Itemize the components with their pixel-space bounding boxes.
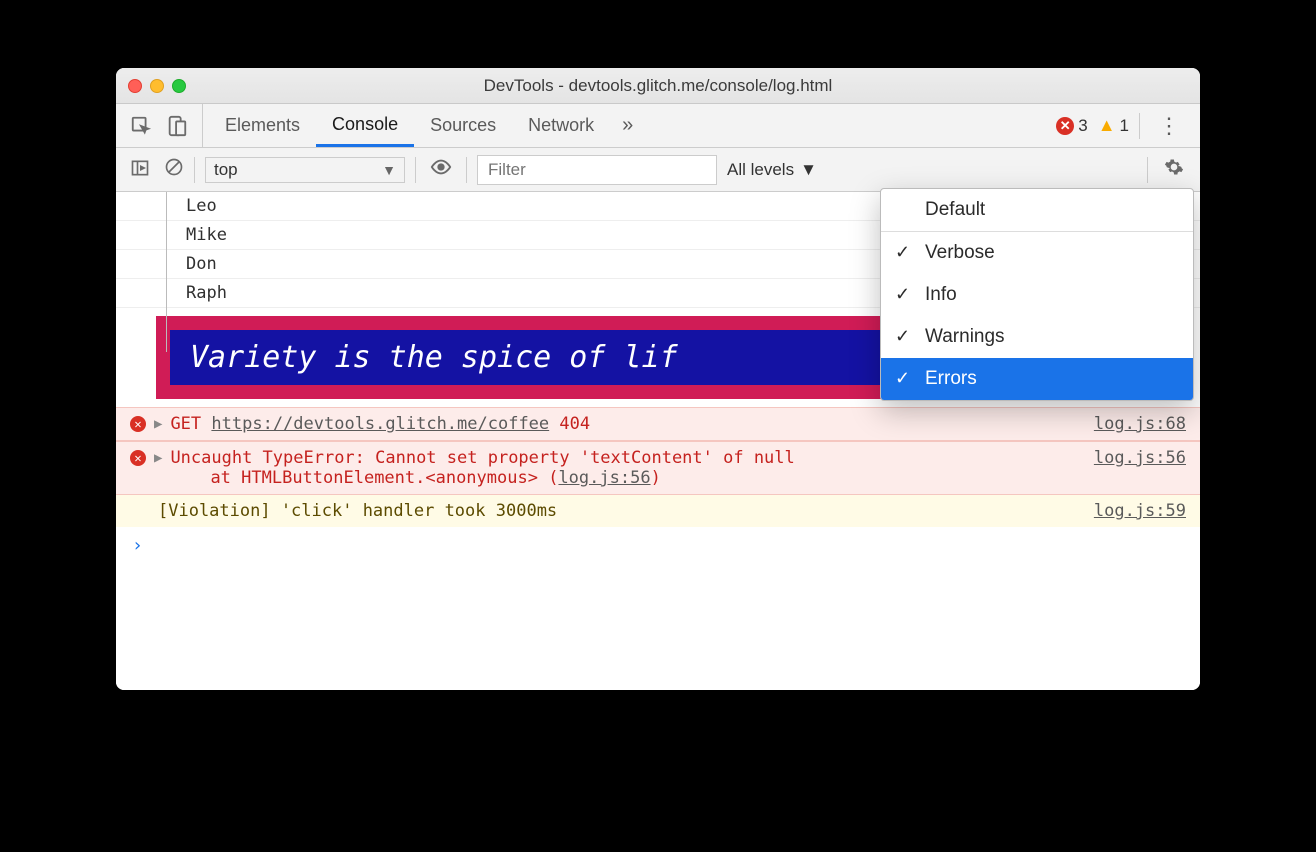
device-toolbar-icon[interactable] [166,115,188,137]
source-link[interactable]: log.js:56 [1094,448,1186,468]
chevron-down-icon: ▼ [382,162,396,178]
tab-list: Elements Console Sources Network » [203,104,645,147]
stack-link[interactable]: log.js:56 [558,468,650,488]
error-icon: ✕ [130,450,146,466]
chevron-down-icon: ▼ [800,160,817,180]
error-message-line1: Uncaught TypeError: Cannot set property … [170,448,1085,468]
live-expression-icon[interactable] [426,156,456,184]
dropdown-item-label: Verbose [925,242,995,263]
http-url[interactable]: https://devtools.glitch.me/coffee [211,414,549,434]
error-icon: ✕ [130,416,146,432]
console-prompt[interactable]: › [116,527,1200,564]
tab-sources[interactable]: Sources [414,104,512,147]
panel-tabs: Elements Console Sources Network » ✕ 3 ▲… [116,104,1200,148]
devtools-window: DevTools - devtools.glitch.me/console/lo… [116,68,1200,690]
console-toolbar: top ▼ All levels ▼ Default ✓ Verbose [116,148,1200,192]
kebab-menu-icon[interactable]: ⋮ [1150,115,1188,137]
violation-text: [Violation] 'click' handler took 3000ms [158,501,557,521]
log-levels-selector[interactable]: All levels ▼ [727,160,817,180]
dropdown-item-label: Warnings [925,326,1005,347]
check-icon: ✓ [895,242,910,263]
context-selector[interactable]: top ▼ [205,157,405,183]
minimize-icon[interactable] [150,79,164,93]
error-count: 3 [1078,116,1087,136]
inspect-element-icon[interactable] [130,115,152,137]
zoom-icon[interactable] [172,79,186,93]
window-title: DevTools - devtools.glitch.me/console/lo… [116,76,1200,96]
error-icon: ✕ [1056,117,1074,135]
inspect-tools [116,104,203,147]
check-icon: ✓ [895,326,910,347]
check-icon: ✓ [895,368,910,389]
stack-suffix: ) [651,468,661,488]
dropdown-errors[interactable]: ✓ Errors [881,358,1193,400]
dropdown-default[interactable]: Default [881,189,1193,232]
filter-input[interactable] [477,155,717,185]
tab-console[interactable]: Console [316,104,414,147]
error-body: GET https://devtools.glitch.me/coffee 40… [170,414,1085,434]
sidebar-toggle-icon[interactable] [126,158,154,181]
warn-count-badge[interactable]: ▲ 1 [1098,115,1129,136]
violation-row[interactable]: [Violation] 'click' handler took 3000ms … [116,495,1200,527]
error-row-network[interactable]: ✕ ▶ GET https://devtools.glitch.me/coffe… [116,407,1200,441]
source-link[interactable]: log.js:68 [1094,414,1186,434]
error-row-exception[interactable]: ✕ ▶ Uncaught TypeError: Cannot set prope… [116,441,1200,495]
dropdown-item-label: Errors [925,368,977,389]
tab-elements[interactable]: Elements [209,104,316,147]
divider [466,157,467,183]
divider [194,157,195,183]
http-method: GET [170,414,201,434]
check-icon: ✓ [895,284,910,305]
titlebar: DevTools - devtools.glitch.me/console/lo… [116,68,1200,104]
dropdown-info[interactable]: ✓ Info [881,274,1193,316]
dropdown-default-label: Default [925,199,985,220]
stack-prefix: at HTMLButtonElement.<anonymous> ( [210,468,558,488]
clear-console-icon[interactable] [164,157,184,183]
more-tabs-icon[interactable]: » [610,114,645,137]
expand-icon[interactable]: ▶ [154,414,162,432]
dropdown-item-label: Info [925,284,957,305]
dropdown-verbose[interactable]: ✓ Verbose [881,232,1193,274]
source-link[interactable]: log.js:59 [1094,501,1186,521]
tab-right-status: ✕ 3 ▲ 1 ⋮ [1044,104,1200,147]
dropdown-warnings[interactable]: ✓ Warnings [881,316,1193,358]
traffic-lights [128,79,186,93]
error-body: Uncaught TypeError: Cannot set property … [170,448,1085,488]
tab-network[interactable]: Network [512,104,610,147]
divider [1139,113,1140,139]
divider [415,157,416,183]
close-icon[interactable] [128,79,142,93]
context-label: top [214,160,238,180]
tree-line [166,192,167,352]
expand-icon[interactable]: ▶ [154,448,162,466]
warn-count: 1 [1120,116,1129,136]
http-status: 404 [559,414,590,434]
error-count-badge[interactable]: ✕ 3 [1056,116,1087,136]
warning-icon: ▲ [1098,115,1116,136]
settings-gear-icon[interactable] [1158,157,1190,183]
levels-label: All levels [727,160,794,180]
levels-dropdown: Default ✓ Verbose ✓ Info ✓ Warnings ✓ Er… [880,188,1194,401]
divider [1147,157,1148,183]
error-message-line2: at HTMLButtonElement.<anonymous> (log.js… [170,468,1085,488]
